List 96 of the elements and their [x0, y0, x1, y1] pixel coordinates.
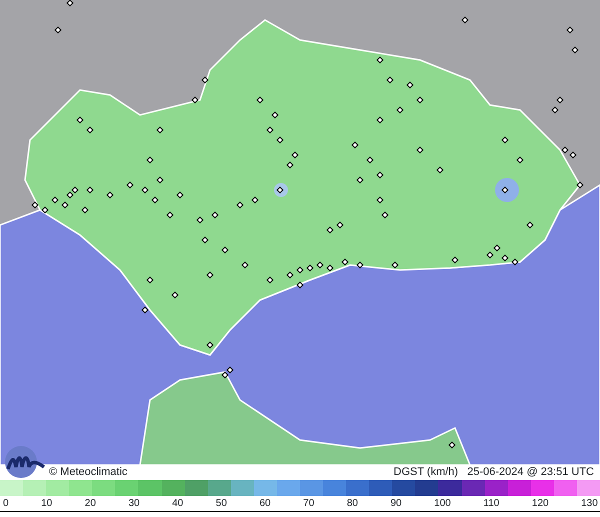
station-marker — [326, 226, 334, 234]
station-marker — [381, 211, 389, 219]
station-marker — [416, 96, 424, 104]
station-marker — [166, 211, 174, 219]
scale-tick-label: 80 — [346, 497, 358, 511]
station-marker — [141, 306, 149, 314]
station-marker — [451, 256, 459, 264]
station-marker — [221, 246, 229, 254]
station-marker — [201, 236, 209, 244]
station-marker — [286, 271, 294, 279]
station-marker — [151, 196, 159, 204]
station-marker — [386, 76, 394, 84]
station-marker — [286, 161, 294, 169]
station-marker — [391, 261, 399, 269]
scale-tick-label: 10 — [41, 497, 52, 511]
gust-hotspot — [495, 178, 519, 202]
station-marker — [266, 126, 274, 134]
station-marker — [501, 186, 509, 194]
station-marker — [236, 201, 244, 209]
station-marker — [86, 126, 94, 134]
station-marker — [251, 196, 259, 204]
station-marker — [416, 146, 424, 154]
scale-tick-label: 60 — [259, 497, 271, 511]
station-marker — [356, 261, 364, 269]
station-marker — [266, 276, 274, 284]
station-marker — [31, 201, 39, 209]
station-marker — [551, 106, 559, 114]
station-marker — [206, 341, 214, 349]
station-marker — [501, 254, 509, 262]
scale-tick-label: 130 — [581, 497, 598, 511]
station-marker — [106, 191, 114, 199]
scale-tick-label: 100 — [434, 497, 451, 511]
station-marker — [566, 26, 574, 34]
station-marker — [376, 116, 384, 124]
station-marker — [511, 258, 519, 266]
station-marker — [171, 291, 179, 299]
station-marker — [376, 56, 384, 64]
station-marker — [291, 151, 299, 159]
station-marker — [296, 281, 304, 289]
station-marker — [41, 206, 49, 214]
scale-tick-label: 50 — [216, 497, 227, 511]
station-marker — [276, 136, 284, 144]
station-marker — [206, 271, 214, 279]
station-marker — [241, 261, 249, 269]
station-marker — [54, 26, 62, 34]
station-marker — [306, 264, 314, 272]
station-marker — [341, 258, 349, 266]
map-caption: DGST (km/h) 25-06-2024 @ 23:51 UTC — [394, 465, 594, 480]
station-marker — [271, 111, 279, 119]
station-marker — [396, 106, 404, 114]
scale-tick-label: 70 — [303, 497, 314, 511]
station-marker — [66, 0, 74, 7]
station-marker — [376, 171, 384, 179]
credit-text: © Meteoclimatic — [49, 465, 128, 480]
station-marker — [336, 221, 344, 229]
scale-tick-label: 40 — [172, 497, 184, 511]
scale-tick-label: 110 — [483, 497, 500, 511]
scale-tick-label: 90 — [390, 497, 402, 511]
station-marker — [276, 186, 284, 194]
station-marker — [556, 96, 564, 104]
scale-tick-label: 30 — [128, 497, 140, 511]
station-marker — [141, 186, 149, 194]
station-marker — [516, 156, 524, 164]
station-marker — [156, 126, 164, 134]
station-marker — [436, 166, 444, 174]
station-marker — [176, 191, 184, 199]
station-marker — [196, 216, 204, 224]
station-marker — [191, 96, 199, 104]
scale-tick-label: 0 — [3, 497, 9, 511]
station-marker — [201, 76, 209, 84]
station-marker — [576, 181, 584, 189]
station-marker — [366, 156, 374, 164]
scale-tick-label: 20 — [84, 497, 96, 511]
station-marker — [126, 181, 134, 189]
station-marker — [571, 46, 579, 54]
station-marker — [146, 276, 154, 284]
station-marker — [316, 261, 324, 269]
station-marker — [296, 266, 304, 274]
station-marker — [448, 441, 456, 449]
station-marker — [51, 196, 59, 204]
station-marker — [61, 201, 69, 209]
station-marker — [211, 211, 219, 219]
scale-tick-label: 120 — [532, 497, 549, 511]
station-marker — [376, 196, 384, 204]
station-marker — [146, 156, 154, 164]
station-marker — [76, 116, 84, 124]
station-marker — [326, 264, 334, 272]
station-marker — [351, 141, 359, 149]
station-marker — [501, 136, 509, 144]
station-marker — [256, 96, 264, 104]
logo-icon — [4, 445, 46, 479]
station-marker — [406, 81, 414, 89]
station-marker — [86, 186, 94, 194]
station-marker — [81, 206, 89, 214]
station-marker — [461, 16, 469, 24]
station-marker — [526, 221, 534, 229]
